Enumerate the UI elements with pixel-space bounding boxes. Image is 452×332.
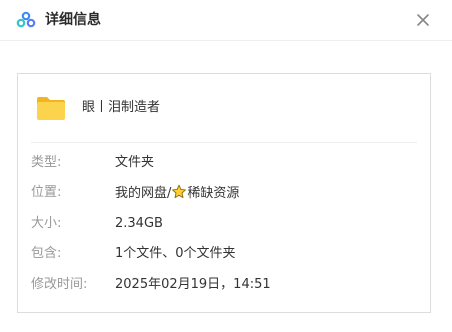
size-value: 2.34GB [115,216,163,231]
location-folder: 稀缺资源 [187,186,240,201]
detail-row-modified: 修改时间: 2025年02月19日，14:51 [31,276,417,294]
modified-label: 修改时间: [31,277,88,292]
size-label: 大小: [31,216,62,231]
divider [31,142,417,143]
folder-icon [37,97,65,120]
dialog-header: 详细信息 [0,0,452,41]
cloud-logo-icon [16,11,36,28]
detail-row-contains: 包含: 1个文件、0个文件夹 [31,245,417,263]
contains-value: 1个文件、0个文件夹 [115,246,236,261]
close-icon[interactable] [414,11,432,29]
star-icon [172,184,187,199]
detail-row-type: 类型: 文件夹 [31,154,417,172]
contains-label: 包含: [31,246,62,261]
location-path: 我的网盘/ [115,186,172,201]
type-label: 类型: [31,155,62,170]
file-name: 眼丨泪制造者 [82,100,161,115]
modified-value: 2025年02月19日，14:51 [115,277,271,292]
details-card: 眼丨泪制造者 类型: 文件夹 位置: 我的网盘/稀缺资源 大小: 2.34GB … [17,73,431,313]
location-label: 位置: [31,185,62,200]
location-value: 我的网盘/稀缺资源 [115,184,239,203]
detail-row-size: 大小: 2.34GB [31,215,417,233]
dialog-title: 详细信息 [45,12,101,28]
detail-row-location: 位置: 我的网盘/稀缺资源 [31,184,417,202]
type-value: 文件夹 [115,155,155,170]
